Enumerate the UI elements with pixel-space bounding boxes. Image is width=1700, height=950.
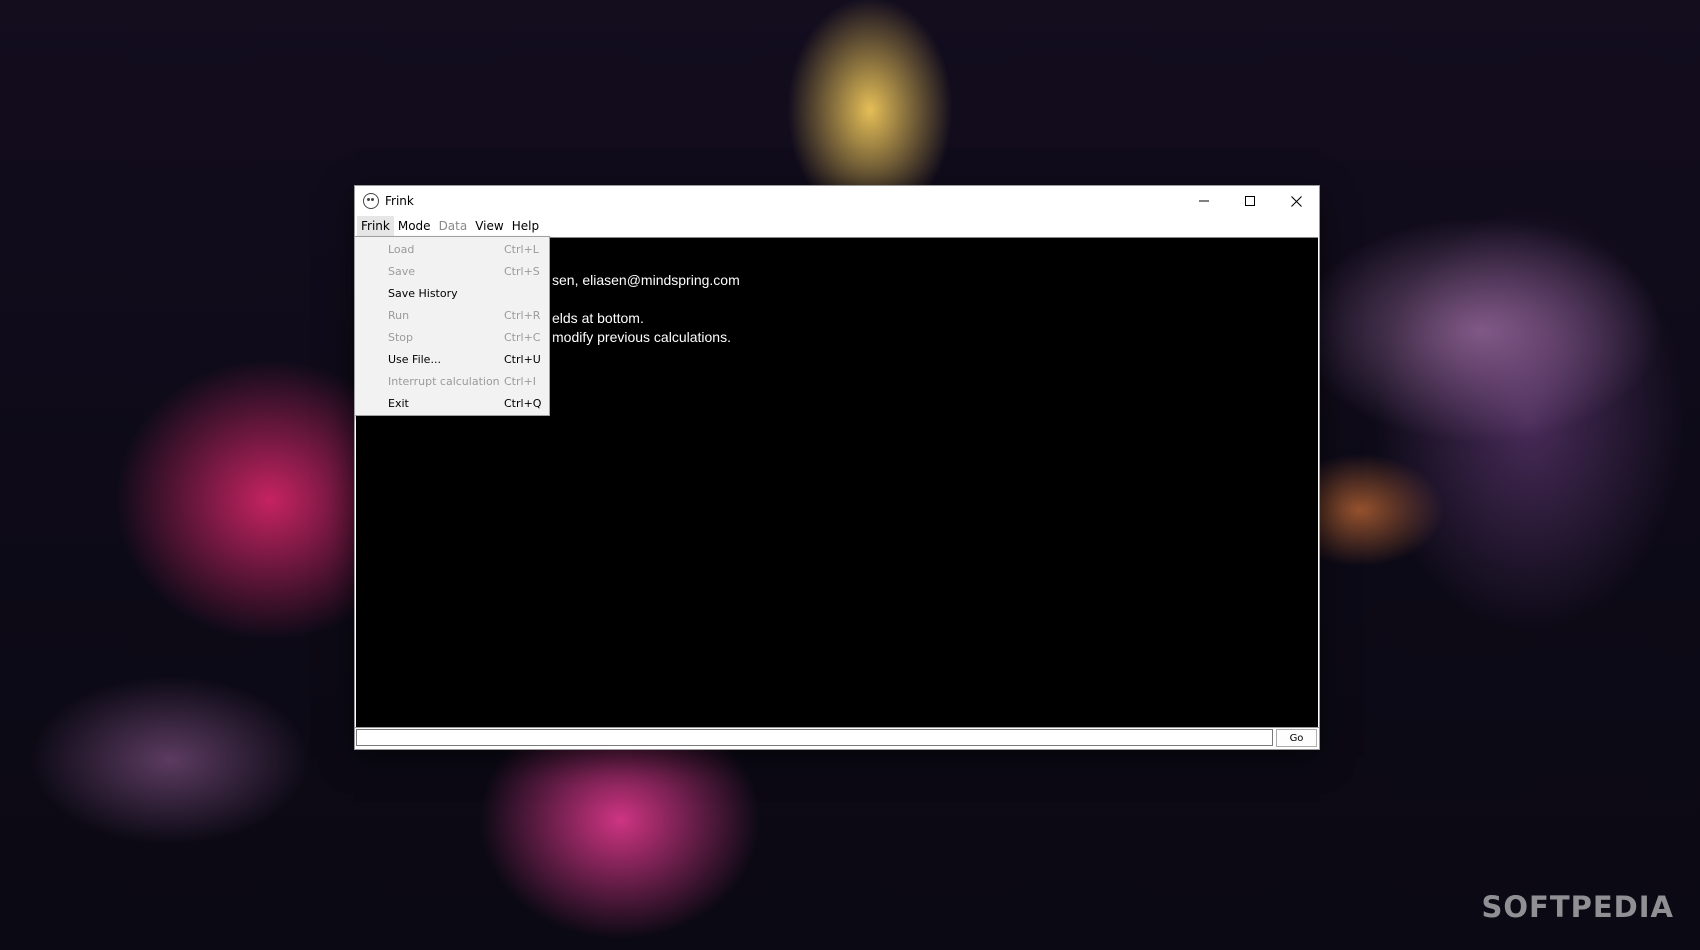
menu-item-exit[interactable]: Exit Ctrl+Q bbox=[355, 393, 549, 415]
menu-item-shortcut: Ctrl+U bbox=[504, 353, 541, 366]
output-line: modify previous calculations. bbox=[552, 329, 731, 345]
expression-input[interactable] bbox=[356, 729, 1273, 746]
menu-item-stop[interactable]: Stop Ctrl+C bbox=[355, 327, 549, 349]
menu-item-use-file[interactable]: Use File... Ctrl+U bbox=[355, 349, 549, 371]
title-bar[interactable]: Frink bbox=[355, 186, 1319, 216]
maximize-button[interactable] bbox=[1227, 186, 1273, 216]
close-icon bbox=[1290, 195, 1302, 207]
menu-frink[interactable]: Frink bbox=[357, 216, 394, 236]
menu-item-interrupt-calculation[interactable]: Interrupt calculation Ctrl+I bbox=[355, 371, 549, 393]
menu-item-shortcut: Ctrl+R bbox=[504, 309, 541, 322]
menu-item-shortcut: Ctrl+C bbox=[504, 331, 541, 344]
menu-item-label: Stop bbox=[388, 331, 414, 344]
menu-item-run[interactable]: Run Ctrl+R bbox=[355, 305, 549, 327]
menu-item-shortcut: Ctrl+S bbox=[504, 265, 540, 278]
input-bar: Go bbox=[355, 727, 1319, 749]
frink-menu-dropdown: Load Ctrl+L Save Ctrl+S Save History Run… bbox=[354, 236, 550, 416]
menu-item-label: Load bbox=[388, 243, 415, 256]
maximize-icon bbox=[1245, 196, 1255, 206]
menu-item-label: Exit bbox=[388, 397, 409, 410]
menu-item-shortcut: Ctrl+I bbox=[504, 375, 537, 388]
menu-mode[interactable]: Mode bbox=[394, 216, 435, 236]
close-button[interactable] bbox=[1273, 186, 1319, 216]
menu-item-shortcut: Ctrl+Q bbox=[504, 397, 542, 410]
menu-item-label: Save History bbox=[388, 287, 458, 300]
menu-item-label: Save bbox=[388, 265, 416, 278]
window-controls bbox=[1181, 186, 1319, 216]
menu-item-save-history[interactable]: Save History bbox=[355, 283, 549, 305]
go-button[interactable]: Go bbox=[1276, 729, 1317, 747]
frink-app-icon bbox=[363, 193, 379, 209]
menu-help[interactable]: Help bbox=[508, 216, 543, 236]
menu-item-label: Run bbox=[388, 309, 410, 322]
minimize-icon bbox=[1199, 200, 1209, 202]
window-title: Frink bbox=[385, 194, 414, 208]
minimize-button[interactable] bbox=[1181, 186, 1227, 216]
menu-item-label: Interrupt calculation bbox=[388, 375, 500, 388]
menu-view[interactable]: View bbox=[471, 216, 507, 236]
menu-item-label: Use File... bbox=[388, 353, 441, 366]
menu-bar: Frink Mode Data View Help bbox=[355, 216, 1319, 236]
menu-item-load[interactable]: Load Ctrl+L bbox=[355, 239, 549, 261]
output-line: elds at bottom. bbox=[552, 310, 644, 326]
menu-item-save[interactable]: Save Ctrl+S bbox=[355, 261, 549, 283]
menu-data[interactable]: Data bbox=[435, 216, 472, 236]
output-line: sen, eliasen@mindspring.com bbox=[552, 272, 740, 288]
softpedia-watermark: SOFTPEDIA bbox=[1481, 890, 1674, 924]
menu-item-shortcut: Ctrl+L bbox=[504, 243, 539, 256]
